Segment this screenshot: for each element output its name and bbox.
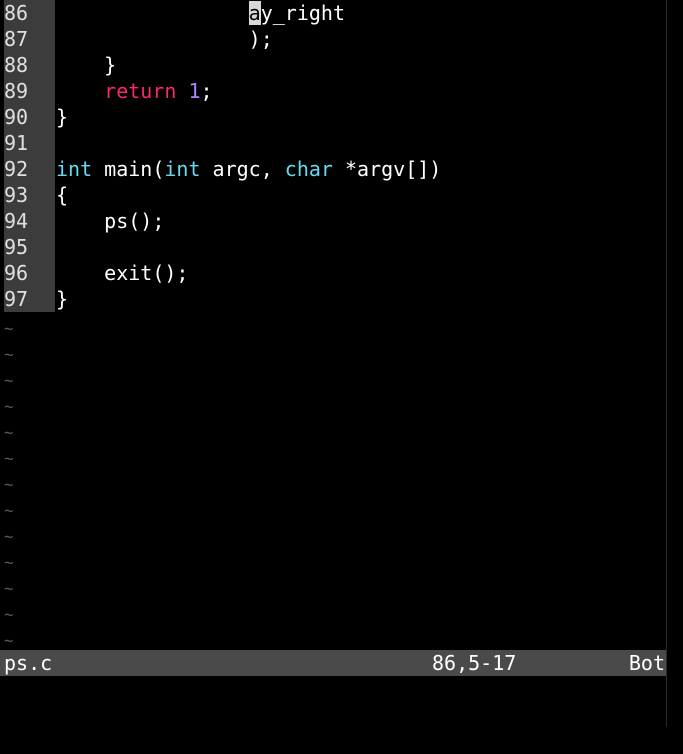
code-text: {	[55, 182, 68, 208]
code-token: main(	[92, 157, 165, 181]
empty-line-marker: ~	[4, 397, 14, 416]
line-number: 87	[4, 26, 55, 52]
line-number: 96	[4, 260, 55, 286]
code-line[interactable]: 90}	[4, 104, 666, 130]
status-scroll-indicator: Bot	[628, 651, 665, 675]
code-text: }	[55, 104, 68, 130]
line-number: 88	[4, 52, 55, 78]
line-number: 89	[4, 78, 55, 104]
empty-line-marker: ~	[4, 345, 14, 364]
code-token: ps();	[56, 209, 165, 233]
code-text: );	[55, 26, 273, 52]
code-token: {	[56, 183, 69, 207]
code-text: exit();	[55, 260, 188, 286]
code-line[interactable]: 91	[4, 130, 666, 156]
code-text: ps();	[55, 208, 164, 234]
code-token: }	[56, 53, 117, 77]
line-number: 92	[4, 156, 55, 182]
editor-buffer[interactable]: 86 ay_right 87 ); 88 } 89 return 1; 90} 91 92 i…	[4, 0, 666, 650]
window-edge	[666, 0, 683, 727]
syntax-token: return	[104, 79, 177, 103]
text-cursor: a	[248, 1, 261, 25]
line-number: 86	[4, 0, 55, 26]
statusline: ps.c 86,5-17 Bot	[0, 650, 666, 676]
empty-line-marker: ~	[4, 319, 14, 338]
line-number: 93	[4, 182, 55, 208]
command-line[interactable]	[0, 676, 666, 727]
code-line[interactable]: 89 return 1;	[4, 78, 666, 104]
empty-line-marker: ~	[4, 631, 14, 650]
line-number: 91	[4, 130, 55, 156]
syntax-token: int	[56, 157, 93, 181]
line-number: 94	[4, 208, 55, 234]
code-token: );	[56, 27, 273, 51]
syntax-token: int	[164, 157, 201, 181]
line-number: 95	[4, 234, 55, 260]
code-text: return 1;	[55, 78, 213, 104]
code-text: }	[55, 286, 68, 312]
empty-line-marker: ~	[4, 501, 14, 520]
code-line[interactable]: 92 int main(int argc, char *argv[])	[4, 156, 666, 182]
empty-line-marker: ~	[4, 579, 14, 598]
code-text: }	[55, 52, 116, 78]
status-cursor-position: 86,5-17	[432, 651, 517, 675]
status-filename: ps.c	[4, 651, 53, 675]
code-line[interactable]: 87 );	[4, 26, 666, 52]
code-token: }	[56, 287, 69, 311]
code-line[interactable]: 88 }	[4, 52, 666, 78]
empty-line-marker: ~	[4, 449, 14, 468]
code-token: *argv[])	[332, 157, 442, 181]
code-token: y_right	[260, 1, 345, 25]
code-line[interactable]: 93{	[4, 182, 666, 208]
line-number: 90	[4, 104, 55, 130]
code-token: ;	[200, 79, 213, 103]
code-token: exit();	[56, 261, 189, 285]
code-text: int main(int argc, char *argv[])	[55, 156, 441, 182]
code-token: }	[56, 105, 69, 129]
code-line[interactable]: 97}	[4, 286, 666, 312]
code-text: ay_right	[55, 0, 345, 26]
syntax-token: char	[284, 157, 333, 181]
code-line[interactable]: 96 exit();	[4, 260, 666, 286]
empty-line-marker: ~	[4, 475, 14, 494]
empty-line-marker: ~	[4, 553, 14, 572]
empty-line-marker: ~	[4, 605, 14, 624]
code-line[interactable]: 94 ps();	[4, 208, 666, 234]
code-line[interactable]: 86 ay_right	[4, 0, 666, 26]
code-line[interactable]: 95	[4, 234, 666, 260]
syntax-token: 1	[188, 79, 201, 103]
empty-line-marker: ~	[4, 423, 14, 442]
line-number: 97	[4, 286, 55, 312]
empty-line-marker: ~	[4, 527, 14, 546]
code-token: argc,	[200, 157, 285, 181]
empty-line-marker: ~	[4, 371, 14, 390]
